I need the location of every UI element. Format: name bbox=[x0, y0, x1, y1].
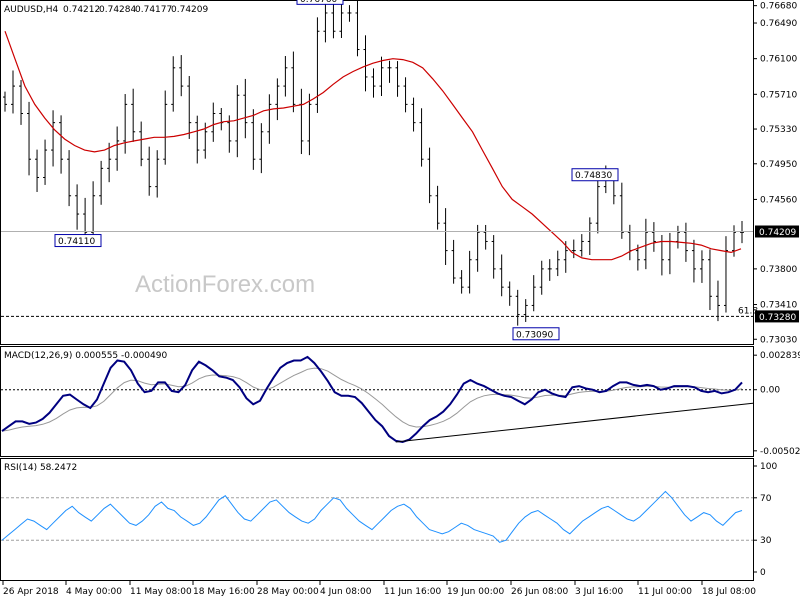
ohlc-low: 0.74177 bbox=[135, 5, 172, 15]
time-axis-label: 18 May 16:00 bbox=[193, 587, 255, 597]
price-axis-label: 0.73800 bbox=[760, 265, 797, 275]
ohlc-close: 0.74209 bbox=[171, 5, 208, 15]
macd-title: MACD(12,26,9) 0.000555 -0.000490 bbox=[4, 351, 167, 361]
price-axis-label: 0.75710 bbox=[760, 90, 797, 100]
price-axis-label: 0.73410 bbox=[760, 301, 797, 311]
time-axis-label: 11 May 08:00 bbox=[130, 587, 192, 597]
rsi-axis-label: 30 bbox=[760, 536, 772, 546]
time-axis-label: 26 Apr 2018 bbox=[3, 587, 59, 597]
time-axis-label: 26 Jun 08:00 bbox=[511, 587, 568, 597]
time-axis-label: 3 Jul 16:00 bbox=[575, 587, 624, 597]
price-annotation-label: 0.74110 bbox=[58, 237, 95, 247]
watermark: ActionForex.com bbox=[135, 271, 315, 298]
time-axis-label: 4 May 00:00 bbox=[66, 587, 122, 597]
price-axis-label: 0.73030 bbox=[760, 335, 797, 345]
time-axis-label: 4 Jun 08:00 bbox=[320, 587, 372, 597]
macd-axis-label: 0.002839 bbox=[760, 351, 800, 361]
main-chart-panel bbox=[0, 0, 754, 345]
price-annotation-label: 0.73090 bbox=[516, 330, 553, 340]
rsi-axis-label: 70 bbox=[760, 494, 772, 504]
price-axis-label: 0.76100 bbox=[760, 55, 797, 65]
time-axis-label: 19 Jun 00:00 bbox=[447, 587, 504, 597]
rsi-panel bbox=[0, 458, 754, 581]
time-axis-label: 18 Jul 08:00 bbox=[702, 587, 756, 597]
macd-panel bbox=[0, 346, 754, 457]
rsi-axis-label: 100 bbox=[760, 462, 777, 472]
chart-canvas: ActionForex.com 61.80.767600.741100.7483… bbox=[0, 0, 800, 597]
ohlc-high: 0.74284 bbox=[99, 5, 136, 15]
current-price-tag-label: 0.74209 bbox=[759, 228, 796, 238]
time-axis-label: 11 Jun 16:00 bbox=[384, 587, 441, 597]
macd-axis-label: -0.005021 bbox=[760, 447, 800, 457]
price-axis-label: 0.76680 bbox=[760, 2, 797, 12]
price-annotation-label: 0.74830 bbox=[575, 171, 612, 181]
time-axis-label: 11 Jul 00:00 bbox=[638, 587, 692, 597]
chart-title: AUDUSD,H4 bbox=[4, 5, 59, 15]
rsi-title: RSI(14) 58.2472 bbox=[4, 463, 77, 473]
time-axis-label: 28 May 00:00 bbox=[257, 587, 319, 597]
price-axis-label: 0.74950 bbox=[760, 160, 797, 170]
price-axis-label: 0.75330 bbox=[760, 125, 797, 135]
price-annotation-label: 0.76760 bbox=[300, 0, 337, 5]
support-level-tag-label: 0.73280 bbox=[759, 313, 796, 323]
price-axis-label: 0.76490 bbox=[760, 19, 797, 29]
ohlc-open: 0.74212 bbox=[63, 5, 100, 15]
macd-axis-label: 0.00 bbox=[760, 386, 780, 396]
rsi-axis-label: 0 bbox=[760, 568, 766, 578]
price-axis-label: 0.74560 bbox=[760, 195, 797, 205]
